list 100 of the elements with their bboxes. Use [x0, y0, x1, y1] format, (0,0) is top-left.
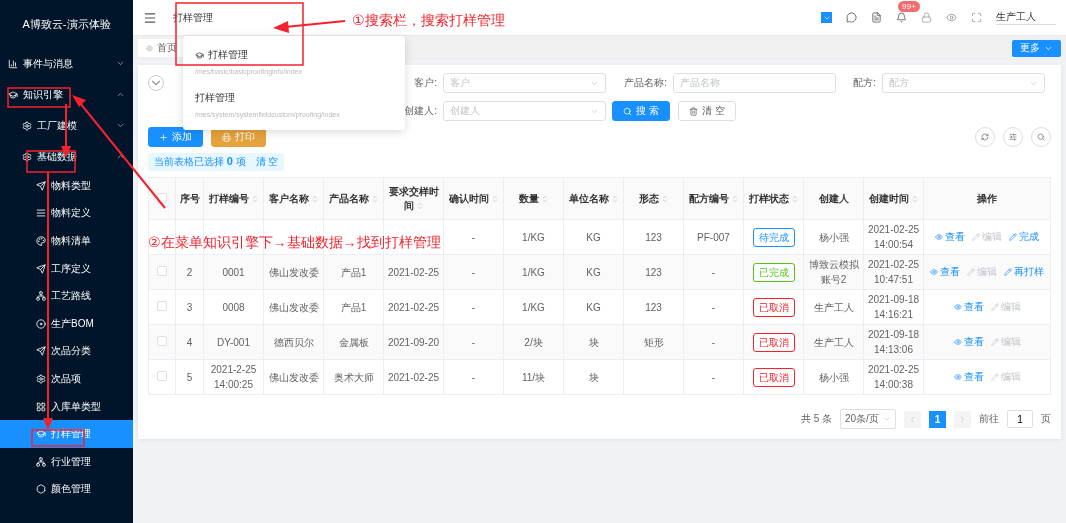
sidebar-item[interactable]: 行业管理	[0, 447, 133, 476]
table-cell: 2021-02-25	[387, 266, 440, 278]
sidebar-item[interactable]: 事件与消息	[0, 48, 133, 79]
dot-icon	[146, 44, 153, 52]
table-cell: 2021-09-20	[387, 336, 440, 348]
row-checkbox[interactable]	[157, 300, 167, 311]
row-checkbox[interactable]	[157, 370, 167, 381]
column-header[interactable]: 客户名称	[263, 177, 324, 220]
sort-icon[interactable]	[490, 194, 499, 203]
sort-icon[interactable]	[730, 194, 739, 203]
table-cell: 博致云模拟账号2	[808, 259, 859, 285]
eye-icon	[953, 302, 962, 311]
chat-icon[interactable]	[846, 12, 857, 23]
status-tag: 已取消	[752, 332, 795, 352]
table-cell: 123	[645, 266, 662, 278]
table-cell: 1/KG	[522, 301, 545, 313]
sidebar-item[interactable]: 物料定义	[0, 199, 133, 228]
sort-icon[interactable]	[790, 194, 799, 203]
sort-icon[interactable]	[310, 194, 319, 203]
table-cell: 0001	[222, 266, 245, 278]
sidebar-item[interactable]: 物料清单	[0, 227, 133, 255]
sort-icon[interactable]	[910, 194, 919, 203]
row-checkbox[interactable]	[157, 265, 167, 276]
sidebar-item[interactable]: 工艺路线	[0, 282, 133, 310]
table-cell: -	[471, 231, 476, 243]
sidebar-item[interactable]: 次品项	[0, 365, 133, 393]
sort-icon[interactable]	[540, 194, 549, 203]
menu-icon[interactable]	[143, 10, 157, 25]
clear-button[interactable]: 清 空	[677, 101, 736, 121]
table-cell: 2/块	[524, 336, 543, 348]
sidebar-item[interactable]: 入库单类型	[0, 392, 133, 421]
column-header[interactable]: 要求交样时间	[383, 177, 444, 220]
table-cell: 佛山发改委	[268, 301, 319, 313]
column-header[interactable]: 数量	[503, 177, 564, 220]
sort-icon[interactable]	[250, 194, 259, 203]
field-label: 客户:	[414, 76, 437, 90]
sort-icon[interactable]	[370, 194, 379, 203]
dropdown-icon[interactable]	[821, 12, 832, 23]
pencil-icon	[990, 302, 999, 311]
table-cell: 3	[186, 301, 193, 313]
column-header[interactable]: 产品名称	[323, 177, 384, 220]
select-all-checkbox[interactable]	[157, 192, 167, 203]
app-title: A博致云-演示体验	[21, 16, 112, 32]
sidebar-item[interactable]: 知识引擎	[0, 79, 133, 110]
table-cell: 佛山发改委	[268, 371, 319, 383]
sort-icon[interactable]	[660, 194, 669, 203]
sidebar-item[interactable]: 工序定义	[0, 254, 133, 283]
table-cell: -	[471, 301, 476, 313]
sort-icon[interactable]	[610, 194, 619, 203]
column-header[interactable]: 配方编号	[683, 177, 744, 220]
page-input[interactable]: 1	[1007, 410, 1033, 428]
sidebar-item[interactable]: 颜色管理	[0, 475, 133, 504]
filter-button[interactable]	[1003, 127, 1023, 147]
table-cell: 金属板	[338, 336, 369, 348]
column-header[interactable]: 创建时间	[863, 177, 924, 220]
lock-icon[interactable]	[921, 12, 932, 23]
disc-icon	[36, 318, 46, 329]
table-cell: KG	[586, 231, 601, 243]
table-cell: -	[711, 336, 716, 348]
sidebar-item[interactable]: 次品分类	[0, 337, 133, 366]
eye-icon	[953, 337, 962, 346]
prev-page-button[interactable]	[904, 410, 921, 428]
table-cell: KG	[586, 301, 601, 313]
pencil-icon	[1004, 267, 1012, 276]
table-cell: 123	[645, 301, 662, 313]
bell-icon[interactable]	[896, 12, 907, 23]
page-size-select[interactable]: 20条/页	[840, 409, 896, 429]
list-icon	[36, 208, 46, 219]
column-header[interactable]: 单位名称	[563, 177, 624, 220]
table-cell: 2021-09-18 14:13:06	[867, 329, 920, 355]
column-header[interactable]: 打样编号	[203, 177, 264, 220]
status-tag: 已完成	[752, 262, 795, 282]
table-cell: -	[471, 371, 476, 383]
table-cell: 1/KG	[522, 231, 545, 243]
annotation-text: ①搜索栏，搜索打样管理	[352, 12, 505, 30]
annotation-text: ②在菜单知识引擎下→基础数据→找到打样管理	[148, 234, 441, 252]
network-icon	[36, 456, 46, 467]
sidebar-item[interactable]: 物料类型	[0, 172, 133, 200]
status-tag: 已取消	[752, 297, 795, 317]
table-cell: 1/KG	[522, 266, 545, 278]
network-icon	[36, 291, 46, 302]
table-cell: 生产工人	[813, 301, 854, 313]
graduation-cap-icon	[8, 89, 18, 100]
refresh-button[interactable]	[975, 127, 995, 147]
sort-icon[interactable]	[415, 201, 424, 210]
next-page-button[interactable]	[954, 410, 971, 428]
fullscreen-icon[interactable]	[971, 12, 982, 23]
column-header[interactable]: 形态	[623, 177, 684, 220]
user-name[interactable]: 生产工人	[996, 10, 1056, 25]
column-header[interactable]: 打样状态	[743, 177, 804, 220]
table-cell: -	[711, 266, 716, 278]
sidebar-item[interactable]: 生产BOM	[0, 309, 133, 338]
table-cell: 产品1	[340, 266, 367, 278]
column-header[interactable]: 确认时间	[443, 177, 504, 220]
pencil-icon	[967, 267, 975, 276]
search-button[interactable]	[1031, 127, 1051, 147]
eye-icon[interactable]	[946, 12, 957, 23]
row-checkbox[interactable]	[157, 335, 167, 346]
table-cell: -	[711, 301, 716, 313]
document-icon[interactable]	[871, 12, 882, 23]
